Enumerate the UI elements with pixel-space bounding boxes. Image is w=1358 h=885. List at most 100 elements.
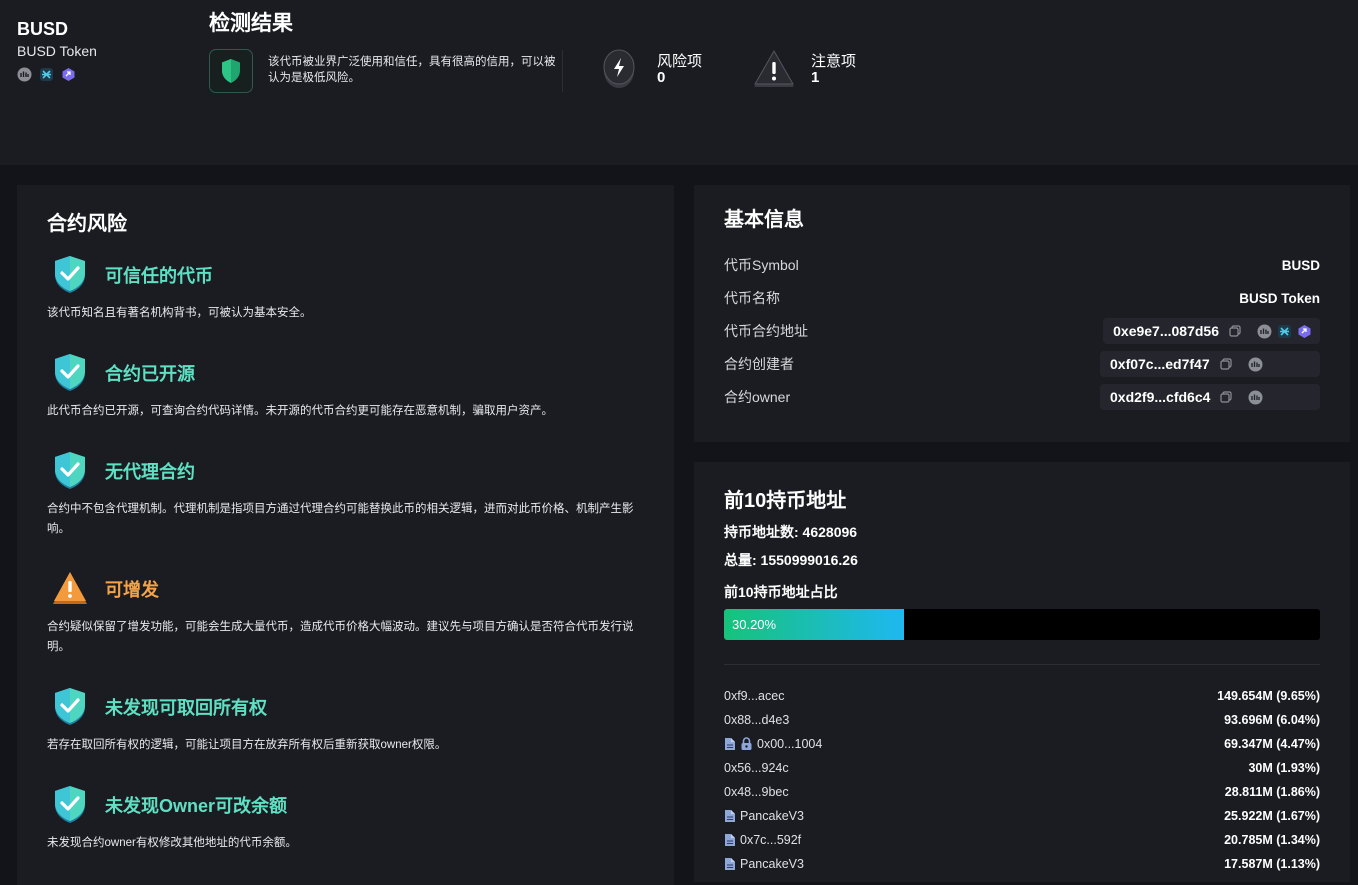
info-row-contract-address: 代币合约地址 0xe9e7...087d56 [724,318,1320,344]
info-label: 代币合约地址 [724,323,808,339]
bscscan-icon[interactable] [1248,390,1263,405]
holder-address[interactable]: 0xf9...acec [724,689,784,703]
risk-item: 未发现可取回所有权若存在取回所有权的逻辑，可能让项目方在放弃所有权后重新获取ow… [47,687,647,755]
holder-row: PancakeV3 25.922M (1.67%) [724,806,1320,826]
owner-address[interactable]: 0xd2f9...cfd6c4 [1110,389,1210,405]
copy-icon[interactable] [1220,358,1232,370]
risk-item-description: 该代币知名且有著名机构背书，可被认为基本安全。 [47,307,312,319]
safe-shield-badge [209,49,253,93]
check-shield-icon [51,353,89,393]
holder-address-cell: 0xf9...acec [724,689,784,703]
risk-count: 0 [657,69,666,86]
chain-explorer-icon[interactable] [39,67,54,82]
holder-address[interactable]: PancakeV3 [740,857,804,871]
bscscan-icon[interactable] [1248,357,1263,372]
holder-address-cell: 0x48...9bec [724,785,789,799]
risk-item: 可信任的代币该代币知名且有著名机构背书，可被认为基本安全。 [47,255,647,323]
share-progress-bar: 30.20% [724,609,1320,640]
warning-count: 1 [811,69,820,86]
contract-file-icon [724,833,736,847]
holder-amount: 17.587M (1.13%) [1224,857,1320,871]
basic-info-panel: 基本信息 代币Symbol BUSD 代币名称 BUSD Token 代币合约地… [694,185,1350,442]
holder-address[interactable]: 0x48...9bec [724,785,789,799]
contract-file-icon [724,857,736,871]
holder-address[interactable]: 0x56...924c [724,761,789,775]
contract-address-pill: 0xe9e7...087d56 [1103,318,1320,344]
info-value: BUSD [1281,257,1320,273]
copy-icon[interactable] [1220,391,1232,403]
bscscan-icon[interactable] [1257,324,1272,339]
holder-amount: 25.922M (1.67%) [1224,809,1320,823]
result-title: 检测结果 [209,12,293,35]
info-row-creator: 合约创建者 0xf07c...ed7f47 [724,351,1320,377]
share-progress-fill: 30.20% [724,609,904,640]
check-shield-icon [51,687,89,727]
holder-address[interactable]: 0x7c...592f [740,833,801,847]
info-label: 合约owner [724,389,791,405]
divider [562,50,563,92]
risk-item-description: 若存在取回所有权的逻辑，可能让项目方在放弃所有权后重新获取owner权限。 [47,739,447,751]
panel-title: 基本信息 [724,209,804,231]
holder-row: 0x56...924c 30M (1.93%) [724,758,1320,778]
info-row-owner: 合约owner 0xd2f9...cfd6c4 [724,384,1320,410]
risk-item-description: 合约疑似保留了增发功能，可能会生成大量代币，造成代币价格大幅波动。建议先与项目方… [47,621,634,653]
holder-row: 0x48...9bec 28.811M (1.86%) [724,782,1320,802]
holder-address-cell: 0x56...924c [724,761,789,775]
risk-item-title: 无代理合约 [105,462,195,482]
risk-item-description: 此代币合约已开源，可查询合约代码详情。未开源的代币合约更可能存在恶意机制，骗取用… [47,405,553,417]
holder-row: PancakeV3 17.587M (1.13%) [724,854,1320,874]
token-name: BUSD Token [17,43,97,59]
owner-address-pill: 0xd2f9...cfd6c4 [1100,384,1320,410]
risk-item-title: 未发现Owner可改余额 [105,796,288,816]
info-label: 合约创建者 [724,356,794,372]
holder-amount: 20.785M (1.34%) [1224,833,1320,847]
check-shield-icon [51,451,89,491]
token-symbol: BUSD [17,19,69,39]
token-links [17,67,76,82]
holder-amount: 69.347M (4.47%) [1224,737,1320,751]
divider [724,664,1320,665]
info-value: BUSD Token [1239,290,1320,306]
shield-icon [222,59,240,83]
risk-item-header: 未发现Owner可改余额 [47,785,647,825]
warning-triangle-icon [51,569,89,609]
holder-address[interactable]: 0x88...d4e3 [724,713,789,727]
holder-address[interactable]: 0x00...1004 [757,737,822,751]
holder-row: 0x7c...592f 20.785M (1.34%) [724,830,1320,850]
creator-address[interactable]: 0xf07c...ed7f47 [1110,356,1210,372]
analytics-icon[interactable] [1297,324,1312,339]
summary-header: BUSD BUSD Token 检测结果 该代币被业界广泛使用和信任，具有很高的… [0,0,1358,165]
holder-address-cell: PancakeV3 [724,857,804,871]
check-shield-icon [51,255,89,295]
holder-amount: 28.811M (1.86%) [1224,785,1320,799]
holder-address[interactable]: PancakeV3 [740,809,804,823]
risk-item-header: 可增发 [47,569,647,609]
lightning-risk-icon [603,49,635,88]
risk-item-title: 可信任的代币 [105,266,213,286]
check-shield-icon [51,785,89,825]
holder-address-cell: 0x7c...592f [724,833,801,847]
holder-amount: 30M (1.93%) [1248,761,1320,775]
risk-item-title: 未发现可取回所有权 [105,698,267,718]
risk-item-header: 未发现可取回所有权 [47,687,647,727]
holder-address-cell: PancakeV3 [724,809,804,823]
holder-amount: 149.654M (9.65%) [1217,689,1320,703]
warning-label: 注意项 [811,53,857,70]
holder-row: 0x00...1004 69.347M (4.47%) [724,734,1320,754]
risk-item: 无代理合约 合约中不包含代理机制。代理机制是指项目方通过代理合约可能替换此币的相关… [47,451,647,539]
risk-item-header: 无代理合约 [47,451,647,491]
bscscan-icon[interactable] [17,67,32,82]
share-percent: 30.20% [732,617,777,632]
holder-row: 0x88...d4e3 93.696M (6.04%) [724,710,1320,730]
risk-label: 风险项 [657,53,703,70]
lock-icon [740,737,753,751]
chain-explorer-icon[interactable] [1277,324,1292,339]
holder-count: 持币地址数: 4628096 [724,524,858,540]
holder-row: 0xf9...acec 149.654M (9.65%) [724,686,1320,706]
risk-item-header: 合约已开源 [47,353,647,393]
copy-icon[interactable] [1229,325,1241,337]
panel-title: 合约风险 [47,213,127,235]
contract-file-icon [724,809,736,823]
analytics-icon[interactable] [61,67,76,82]
contract-address[interactable]: 0xe9e7...087d56 [1113,323,1219,339]
